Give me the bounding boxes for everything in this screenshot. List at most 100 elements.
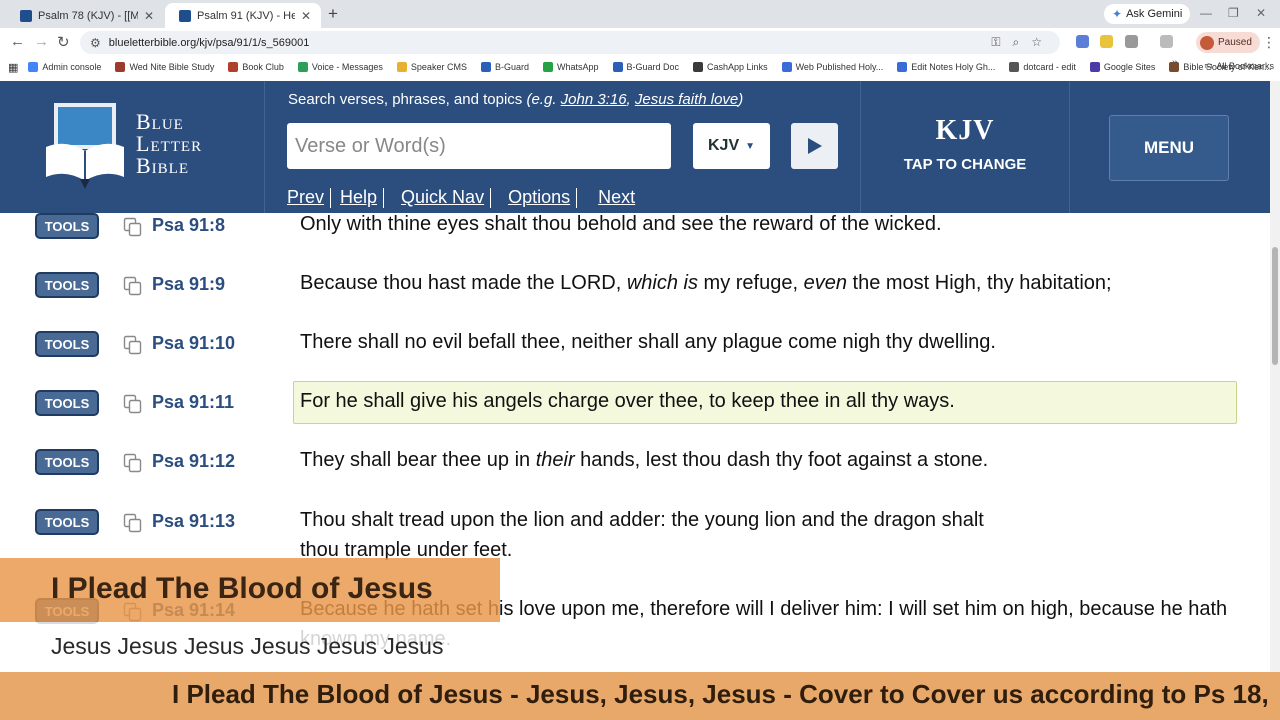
blb-favicon-icon (20, 9, 32, 22)
copy-icon[interactable] (123, 453, 143, 473)
search-hint-text: Search verses, phrases, and topics (288, 91, 527, 108)
verse-italic-segment: even (803, 272, 847, 294)
tools-button[interactable]: TOOLS (35, 213, 99, 239)
apps-grid-icon[interactable]: ▦ (8, 61, 18, 74)
restore-icon[interactable]: ❐ (1228, 6, 1239, 20)
close-icon[interactable]: ✕ (301, 9, 311, 23)
verse-segment: Because thou hast made the LORD, (300, 272, 627, 294)
more-menu-icon[interactable]: ⋮ (1262, 34, 1276, 51)
search-input[interactable] (287, 123, 671, 169)
bookmark-label: B-Guard (494, 62, 529, 72)
next-link[interactable]: Next (598, 187, 635, 208)
bookmark-item[interactable]: B-Guard Doc (612, 62, 679, 72)
bookmark-favicon-icon (612, 62, 623, 72)
logo-word: Letter (136, 131, 203, 156)
site-info-icon[interactable]: ⚙ (90, 36, 101, 50)
bookmark-favicon-icon (693, 62, 704, 72)
bookmark-label: Google Sites (1103, 62, 1156, 72)
verse-reference-link[interactable]: Psa 91:11 (152, 392, 234, 413)
copy-icon[interactable] (123, 217, 143, 237)
bookmark-item[interactable]: Web Published Holy... (781, 62, 883, 72)
options-link[interactable]: Options (508, 187, 570, 208)
caret-down-icon: ▼ (745, 140, 756, 152)
password-key-icon[interactable]: ⚿ (991, 35, 1000, 50)
bookmark-item[interactable]: B-Guard (480, 62, 529, 72)
window-close-icon[interactable]: ✕ (1256, 6, 1266, 20)
prev-link[interactable]: Prev (287, 187, 324, 208)
bookmark-label: Edit Notes Holy Gh... (911, 62, 996, 72)
page-scrollbar[interactable] (1270, 81, 1280, 673)
bookmark-item[interactable]: CashApp Links (693, 62, 768, 72)
browser-tab-psalm-91[interactable]: Psalm 91 (KJV) - He that dwelle ✕ (165, 3, 321, 28)
verse-reference-link[interactable]: Psa 91:12 (152, 451, 235, 472)
nav-divider (490, 187, 492, 208)
forward-arrow-icon[interactable]: → (34, 33, 49, 50)
tools-button[interactable]: TOOLS (35, 449, 99, 475)
verse-reference-link[interactable]: Psa 91:8 (152, 215, 225, 236)
close-icon[interactable]: ✕ (144, 9, 154, 23)
verse-segment: the most High, thy habitation; (846, 272, 1112, 294)
lower-third-subtitle: Jesus Jesus Jesus Jesus Jesus Jesus (51, 633, 444, 659)
ticker-text: I Plead The Blood of Jesus - Jesus, Jesu… (172, 679, 1269, 709)
bookmark-label: CashApp Links (707, 62, 768, 72)
example-link-john[interactable]: John 3:16 (561, 91, 627, 108)
bookmark-item[interactable]: Voice - Messages (297, 62, 383, 72)
tools-button[interactable]: TOOLS (35, 390, 99, 416)
tools-button[interactable]: TOOLS (35, 272, 99, 298)
bookmark-item[interactable]: Edit Notes Holy Gh... (897, 62, 995, 72)
help-link[interactable]: Help (340, 187, 377, 208)
new-tab-button[interactable]: + (328, 4, 338, 24)
menu-button[interactable]: MENU (1109, 115, 1229, 181)
browser-tab-psalm-78[interactable]: Psalm 78 (KJV) - [[Maschil of As ✕ (6, 3, 164, 28)
verse-reference-link[interactable]: Psa 91:10 (152, 333, 235, 354)
minimize-icon[interactable]: — (1200, 6, 1212, 20)
all-bookmarks-button[interactable]: ▭ All Bookmarks (1204, 60, 1274, 71)
copy-icon[interactable] (123, 394, 143, 414)
verse-reference-link[interactable]: Psa 91:13 (152, 511, 235, 532)
nav-divider (330, 187, 332, 208)
zoom-icon[interactable]: ⌕ (1013, 35, 1020, 50)
verse-reference-link[interactable]: Psa 91:9 (152, 274, 225, 295)
bookmark-item[interactable]: Wed Nite Bible Study (115, 62, 214, 72)
copy-icon[interactable] (123, 276, 143, 296)
back-arrow-icon[interactable]: ← (10, 33, 25, 50)
extension-icon[interactable] (1100, 35, 1113, 48)
example-link-jesus-faith-love[interactable]: Jesus faith love (635, 91, 738, 108)
bookmark-label: Book Club (242, 62, 284, 72)
bookmark-item[interactable]: dotcard - edit (1009, 62, 1076, 72)
bookmark-item[interactable]: Book Club (228, 62, 284, 72)
bookmark-item[interactable]: Speaker CMS (396, 62, 467, 72)
version-select[interactable]: KJV ▼ (693, 123, 770, 169)
verse-segment: my refuge, (698, 272, 804, 294)
translate-extension-icon[interactable] (1076, 35, 1089, 48)
ask-gemini-button[interactable]: ✦ Ask Gemini (1104, 4, 1191, 24)
version-switcher[interactable]: KJV TAP TO CHANGE (860, 81, 1070, 213)
ticker-banner: I Plead The Blood of Jesus - Jesus, Jesu… (0, 672, 1280, 720)
logo-word: Blue (136, 109, 184, 134)
more-bookmarks-icon[interactable]: » (1172, 57, 1178, 69)
tools-button[interactable]: TOOLS (35, 331, 99, 357)
reload-icon[interactable]: ↻ (57, 33, 70, 51)
bookmark-item[interactable]: Admin console (28, 62, 101, 72)
search-go-button[interactable] (791, 123, 838, 169)
address-bar: ← → ↻ ⚙ blueletterbible.org/kjv/psa/91/1… (0, 28, 1280, 57)
bookmark-star-icon[interactable]: ☆ (1031, 35, 1042, 50)
bookmark-item[interactable]: Google Sites (1089, 62, 1156, 72)
bookmarks-star-icon[interactable] (1160, 35, 1173, 48)
verse-text: Because thou hast made the LORD, which i… (300, 268, 1240, 298)
nav-divider (383, 187, 385, 208)
bookmark-favicon-icon (28, 62, 39, 72)
bookmark-label: Voice - Messages (311, 62, 383, 72)
url-field[interactable]: ⚙ blueletterbible.org/kjv/psa/91/1/s_569… (80, 31, 1060, 54)
blb-logo[interactable]: Blue Letter Bible (0, 81, 265, 213)
bookmark-label: Speaker CMS (410, 62, 467, 72)
puzzle-extensions-icon[interactable] (1125, 35, 1138, 48)
tools-button[interactable]: TOOLS (35, 509, 99, 535)
profile-button[interactable]: Paused (1196, 32, 1260, 53)
copy-icon[interactable] (123, 513, 143, 533)
lower-third-title: I Plead The Blood of Jesus (51, 572, 433, 605)
bookmark-item[interactable]: WhatsApp (542, 62, 599, 72)
copy-icon[interactable] (123, 335, 143, 355)
scrollbar-thumb[interactable] (1272, 247, 1278, 365)
quick-nav-link[interactable]: Quick Nav (401, 187, 484, 208)
